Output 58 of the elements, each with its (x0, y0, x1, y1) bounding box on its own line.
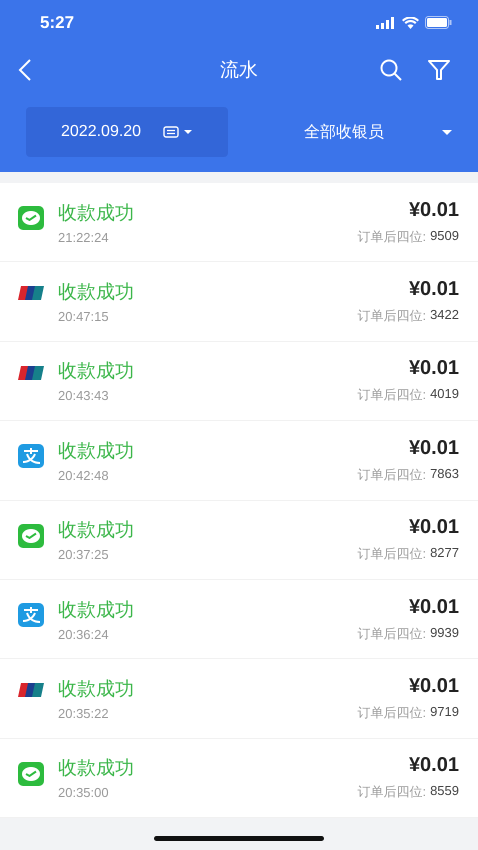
wifi-icon (402, 16, 419, 28)
card-icon (18, 682, 44, 698)
caret-icon (442, 130, 452, 134)
payment-time: 20:35:00 (58, 785, 110, 800)
payment-status: 收款成功 (58, 757, 134, 782)
payment-time: 20:35:22 (58, 706, 110, 722)
status-time: 5:27 (40, 12, 74, 32)
date-picker[interactable]: 2022.09.20 (26, 107, 228, 157)
payment-status: 收款成功 (58, 598, 134, 623)
chat-check-icon (18, 762, 44, 786)
card-icon (18, 364, 44, 381)
calendar-icon (163, 126, 194, 138)
payment-time: 21:22:24 (58, 230, 110, 245)
order-label: 订单后四位: (357, 307, 426, 326)
payment-amount: ¥0.01 (408, 278, 459, 302)
order-digits: 8559 (430, 783, 459, 800)
order-digits: 9719 (430, 704, 459, 722)
payment-amount: ¥0.01 (408, 436, 459, 460)
page-title: 流水 (220, 60, 258, 81)
payment-amount: ¥0.01 (408, 596, 459, 619)
payment-status: 收款成功 (58, 360, 134, 384)
payment-amount: ¥0.01 (408, 675, 459, 698)
filter-icon[interactable] (428, 60, 450, 80)
order-label: 订单后四位: (357, 386, 426, 404)
order-digits: 3422 (430, 307, 459, 324)
signal-icon (376, 16, 396, 28)
order-digits: 4019 (430, 386, 459, 404)
chat-check-icon (18, 206, 44, 230)
payment-status: 收款成功 (58, 202, 134, 226)
order-label: 订单后四位: (357, 228, 426, 246)
payment-amount: ¥0.01 (408, 357, 459, 380)
payment-amount: ¥0.01 (408, 198, 459, 222)
payment-time: 20:47:15 (58, 309, 110, 324)
payment-status: 收款成功 (58, 678, 134, 702)
payment-status: 收款成功 (58, 519, 134, 544)
chat-check-icon (18, 524, 44, 548)
payment-time: 20:42:48 (58, 468, 110, 483)
payment-time: 20:43:43 (58, 388, 110, 404)
order-digits: 7863 (430, 466, 459, 483)
card-icon (18, 285, 44, 302)
payment-amount: ¥0.01 (408, 754, 459, 778)
order-label: 订单后四位: (357, 545, 426, 564)
cashier-dropdown[interactable]: 全部收银员 (304, 122, 452, 142)
back-icon[interactable] (18, 59, 32, 81)
order-digits: 9509 (430, 228, 459, 245)
payment-time: 20:37:25 (58, 547, 110, 562)
payment-time: 20:36:24 (58, 626, 110, 642)
order-label: 订单后四位: (357, 624, 426, 643)
search-icon[interactable] (380, 59, 402, 81)
payment-amount: ¥0.01 (408, 516, 459, 540)
order-digits: 8277 (430, 545, 459, 562)
battery-icon (425, 16, 452, 29)
payment-status: 收款成功 (58, 281, 134, 306)
order-digits: 9939 (430, 624, 459, 642)
order-label: 订单后四位: (357, 466, 426, 484)
payment-status: 收款成功 (58, 440, 134, 464)
order-label: 订单后四位: (357, 783, 426, 802)
order-label: 订单后四位: (357, 704, 426, 722)
